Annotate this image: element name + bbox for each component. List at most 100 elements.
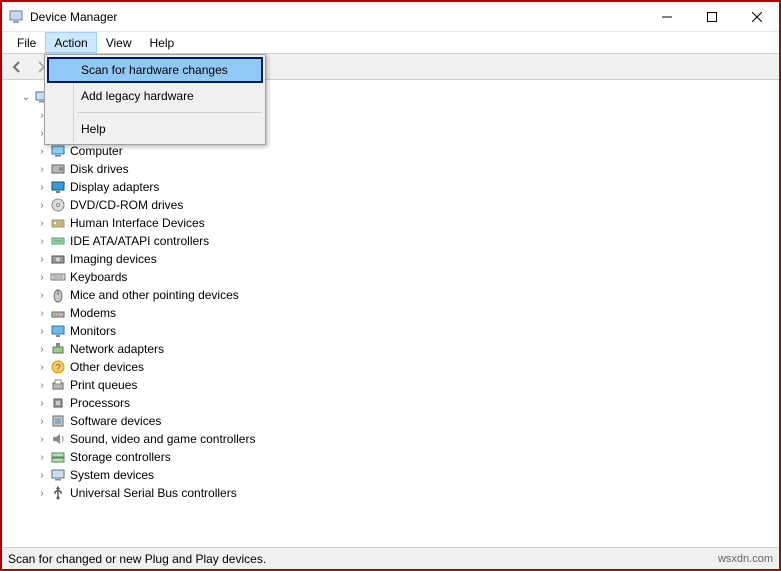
cpu-icon: [50, 395, 66, 411]
tree-node-label: Sound, video and game controllers: [70, 432, 255, 446]
expander-icon[interactable]: ›: [36, 433, 48, 445]
menu-action-help-label: Help: [81, 122, 106, 136]
tree-node-label: Network adapters: [70, 342, 164, 356]
menu-view-label: View: [106, 36, 132, 50]
expander-icon[interactable]: ›: [36, 235, 48, 247]
ide-icon: [50, 233, 66, 249]
expander-icon[interactable]: ›: [36, 469, 48, 481]
other-icon: ?: [50, 359, 66, 375]
tree-node-label: Universal Serial Bus controllers: [70, 486, 237, 500]
tree-node[interactable]: › Sound, video and game controllers: [4, 430, 777, 448]
expander-icon[interactable]: ›: [36, 163, 48, 175]
svg-text:?: ?: [55, 363, 61, 374]
menu-help[interactable]: Help: [141, 32, 184, 53]
tree-node-label: System devices: [70, 468, 154, 482]
expander-icon[interactable]: ›: [36, 289, 48, 301]
modem-icon: [50, 305, 66, 321]
menu-file[interactable]: File: [8, 32, 45, 53]
app-icon: [8, 9, 24, 25]
monitor-icon: [50, 323, 66, 339]
usb-icon: [50, 485, 66, 501]
expander-icon[interactable]: ›: [36, 361, 48, 373]
statusbar: Scan for changed or new Plug and Play de…: [2, 547, 779, 569]
tree-node-label: Mice and other pointing devices: [70, 288, 239, 302]
menu-view[interactable]: View: [97, 32, 141, 53]
tree-node-label: Other devices: [70, 360, 144, 374]
menu-help-label: Help: [150, 36, 175, 50]
expander-icon[interactable]: ›: [36, 487, 48, 499]
tree-node[interactable]: › Storage controllers: [4, 448, 777, 466]
menu-action-label: Action: [54, 36, 87, 50]
tree-node[interactable]: ›Keyboards: [4, 268, 777, 286]
tree-node[interactable]: › Network adapters: [4, 340, 777, 358]
menu-scan-hardware-label: Scan for hardware changes: [81, 63, 228, 77]
tree-node[interactable]: › Processors: [4, 394, 777, 412]
menu-add-legacy[interactable]: Add legacy hardware: [47, 83, 263, 109]
tree-node-label: Processors: [70, 396, 130, 410]
tree-node[interactable]: › DVD/CD-ROM drives: [4, 196, 777, 214]
menu-add-legacy-label: Add legacy hardware: [81, 89, 194, 103]
tree-node[interactable]: › Universal Serial Bus controllers: [4, 484, 777, 502]
imaging-icon: [50, 251, 66, 267]
tree-node[interactable]: › Display adapters: [4, 178, 777, 196]
titlebar: Device Manager: [2, 2, 779, 32]
tree-node[interactable]: › Mice and other pointing devices: [4, 286, 777, 304]
expander-icon[interactable]: ›: [36, 271, 48, 283]
window-title: Device Manager: [30, 10, 117, 24]
expander-icon[interactable]: ⌄: [20, 91, 32, 103]
network-icon: [50, 341, 66, 357]
tree-node-label: Print queues: [70, 378, 137, 392]
expander-icon[interactable]: ›: [36, 217, 48, 229]
dvd-icon: [50, 197, 66, 213]
back-button[interactable]: [6, 56, 28, 78]
expander-icon[interactable]: ›: [36, 199, 48, 211]
expander-icon[interactable]: ›: [36, 145, 48, 157]
maximize-button[interactable]: [689, 3, 734, 31]
disk-icon: [50, 161, 66, 177]
expander-icon[interactable]: ›: [36, 181, 48, 193]
tree-node-label: Storage controllers: [70, 450, 171, 464]
expander-icon[interactable]: ›: [36, 325, 48, 337]
tree-node-label: Display adapters: [70, 180, 159, 194]
computer-icon: [50, 143, 66, 159]
expander-icon[interactable]: ›: [36, 253, 48, 265]
menubar: File Action View Help: [2, 32, 779, 54]
expander-icon[interactable]: ›: [36, 451, 48, 463]
dropdown-separator: [77, 112, 261, 113]
expander-icon[interactable]: ›: [36, 415, 48, 427]
hid-icon: [50, 215, 66, 231]
action-dropdown: Scan for hardware changes Add legacy har…: [44, 54, 266, 145]
close-button[interactable]: [734, 3, 779, 31]
menu-file-label: File: [17, 36, 36, 50]
tree-node[interactable]: › Disk drives: [4, 160, 777, 178]
tree-node[interactable]: ›? Other devices: [4, 358, 777, 376]
tree-node[interactable]: › System devices: [4, 466, 777, 484]
tree-node-label: Disk drives: [70, 162, 129, 176]
expander-icon[interactable]: ›: [36, 379, 48, 391]
tree-node[interactable]: › Human Interface Devices: [4, 214, 777, 232]
tree-node-label: DVD/CD-ROM drives: [70, 198, 183, 212]
tree-node-label: IDE ATA/ATAPI controllers: [70, 234, 209, 248]
status-text: Scan for changed or new Plug and Play de…: [8, 552, 718, 566]
tree-node[interactable]: › Modems: [4, 304, 777, 322]
expander-icon[interactable]: ›: [36, 397, 48, 409]
tree-node-label: Imaging devices: [70, 252, 157, 266]
tree-node[interactable]: ›Monitors: [4, 322, 777, 340]
tree-node[interactable]: › Print queues: [4, 376, 777, 394]
system-icon: [50, 467, 66, 483]
menu-action-help[interactable]: Help: [47, 116, 263, 142]
device-tree: ⌄ ›Batteries›Bluetooth›Computer›Disk dri…: [4, 82, 777, 537]
tree-node-label: Computer: [70, 144, 123, 158]
menu-action[interactable]: Action: [45, 32, 96, 53]
menu-scan-hardware[interactable]: Scan for hardware changes: [47, 57, 263, 83]
tree-node[interactable]: › IDE ATA/ATAPI controllers: [4, 232, 777, 250]
print-icon: [50, 377, 66, 393]
expander-icon[interactable]: ›: [36, 343, 48, 355]
tree-node[interactable]: › Imaging devices: [4, 250, 777, 268]
tree-node-label: Human Interface Devices: [70, 216, 205, 230]
expander-icon[interactable]: ›: [36, 307, 48, 319]
tree-node[interactable]: ›Software devices: [4, 412, 777, 430]
minimize-button[interactable]: [644, 3, 689, 31]
software-icon: [50, 413, 66, 429]
tree-node-label: Modems: [70, 306, 116, 320]
